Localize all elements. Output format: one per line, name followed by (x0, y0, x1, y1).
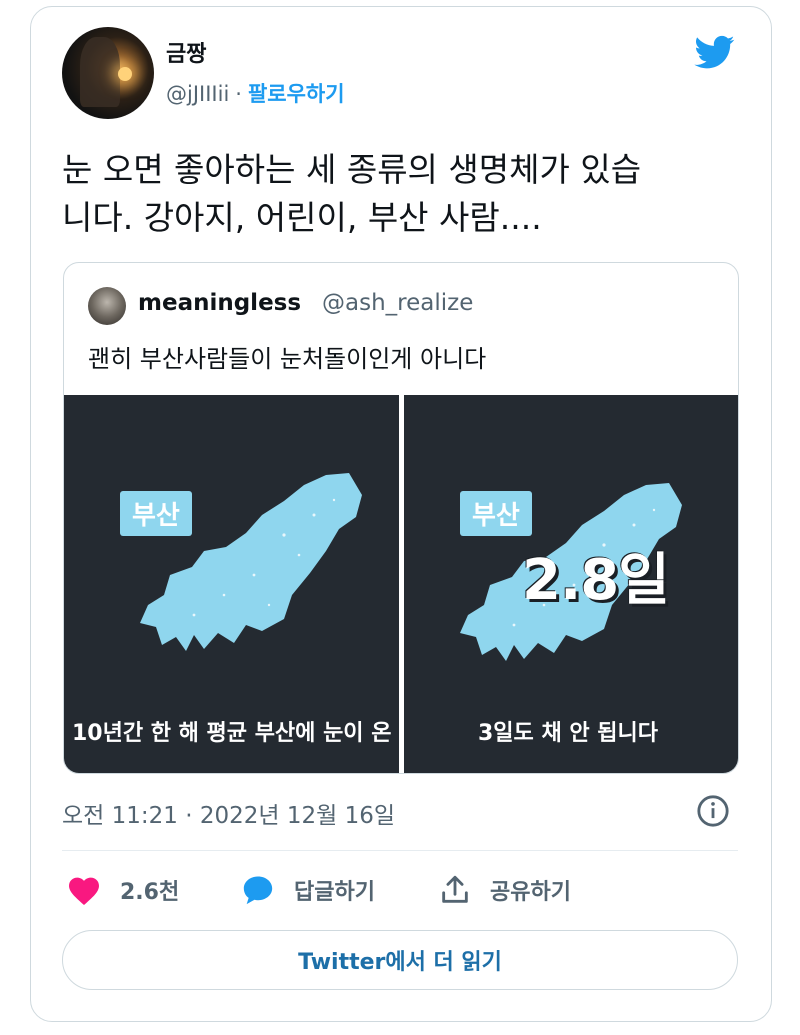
author-handle[interactable]: @jJIIIii (166, 82, 229, 106)
share-label: 공유하기 (490, 880, 571, 905)
quoted-tweet[interactable]: meaningless @ash_realize 괜히 부산사람들이 눈처돌이인… (63, 262, 739, 774)
read-more-on-twitter-button[interactable]: Twitter에서 더 읽기 (62, 930, 738, 990)
tweet-text-line: 눈 오면 좋아하는 세 종류의 생명체가 있습 (62, 150, 642, 189)
reply-label: 답글하기 (294, 880, 375, 905)
tweet-text: 눈 오면 좋아하는 세 종류의 생명체가 있습 니다. 강아지, 어린이, 부산… (62, 146, 742, 242)
region-tag: 부산 (460, 491, 532, 536)
quoted-image-2[interactable]: 부산 2.8일 3일도 채 안 됩니다 (404, 395, 738, 773)
author-avatar[interactable] (62, 27, 154, 119)
reply-bubble-icon (243, 876, 273, 905)
reply-button[interactable]: 답글하기 (240, 868, 375, 912)
handle-separator: · (235, 82, 242, 106)
author-handle-row: @jJIIIii · 팔로우하기 (166, 78, 345, 108)
busan-map-shape (140, 473, 362, 651)
heart-icon (69, 877, 99, 905)
region-tag: 부산 (120, 491, 192, 536)
twitter-bird-icon[interactable] (690, 32, 740, 72)
quoted-avatar (88, 287, 126, 325)
tweet-text-line: 니다. 강아지, 어린이, 부산 사람.... (62, 198, 542, 237)
quoted-author-name: meaningless (138, 290, 302, 316)
author-display-name[interactable]: 금짱 (166, 36, 206, 68)
snow-days-number: 2.8일 (522, 548, 670, 613)
tweet-timestamp[interactable]: 오전 11:21 · 2022년 12월 16일 (62, 796, 395, 830)
quoted-author-handle: @ash_realize (322, 290, 474, 316)
divider (62, 850, 738, 851)
quoted-image-1[interactable]: 부산 10년간 한 해 평균 부산에 눈이 온 날 (64, 395, 399, 773)
like-button[interactable]: 2.6천 (66, 868, 179, 912)
like-count: 2.6천 (120, 880, 180, 905)
share-icon (442, 875, 468, 903)
image-caption: 10년간 한 해 평균 부산에 눈이 온 날 (72, 721, 399, 746)
share-button[interactable]: 공유하기 (438, 868, 571, 912)
follow-button[interactable]: 팔로우하기 (248, 82, 345, 106)
image-caption: 3일도 채 안 됩니다 (478, 721, 658, 746)
quoted-tweet-text: 괜히 부산사람들이 눈처돌이인게 아니다 (88, 345, 487, 373)
info-icon[interactable] (696, 794, 730, 828)
